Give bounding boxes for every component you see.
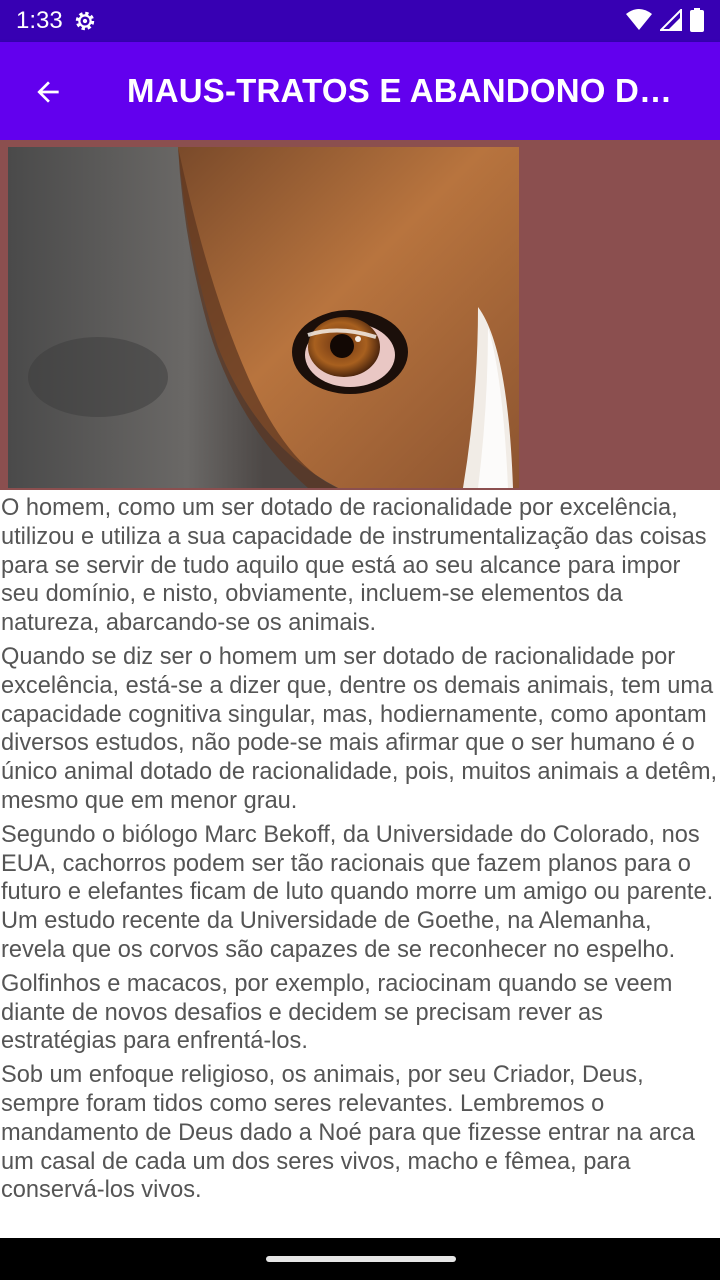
article-paragraph: O homem, como um ser dotado de racionali… (1, 495, 707, 637)
status-icons (626, 8, 704, 32)
article-body: O homem, como um ser dotado de racionali… (0, 494, 720, 1236)
beagle-eye-photo (8, 147, 519, 488)
hero-image-container (0, 140, 720, 490)
article-paragraph: Quando se diz ser o homem um ser dotado … (1, 643, 718, 814)
status-bar: 1:33 (0, 0, 720, 42)
article-paragraph: Sob um enfoque religioso, os animais, po… (1, 1062, 695, 1204)
article-paragraph: Segundo o biólogo Marc Bekoff, da Univer… (1, 821, 714, 963)
app-bar: MAUS-TRATOS E ABANDONO DE… (0, 42, 720, 140)
wifi-icon (626, 9, 652, 30)
arrow-back-icon (37, 81, 59, 103)
settings-gear-icon (75, 11, 95, 31)
back-button[interactable] (20, 66, 76, 118)
cellular-signal-icon (660, 9, 682, 31)
article-paragraph: Golfinhos e macacos, por exemplo, racioc… (1, 970, 673, 1055)
page-title: MAUS-TRATOS E ABANDONO DE… (127, 72, 687, 109)
battery-icon (690, 8, 704, 32)
status-time: 1:33 (16, 7, 63, 34)
home-gesture-handle[interactable] (266, 1256, 456, 1262)
navigation-bar (0, 1238, 720, 1280)
photo-illustration (8, 147, 519, 488)
